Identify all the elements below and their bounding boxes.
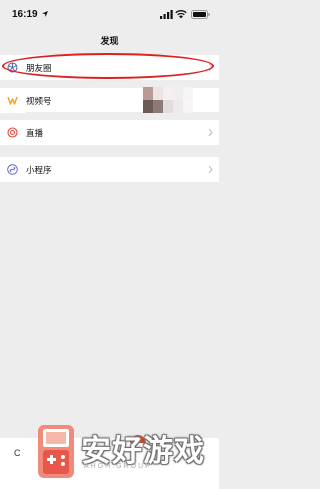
menu-item-label: 视频号 — [26, 96, 52, 106]
location-arrow-icon — [42, 11, 48, 17]
status-time: 16:19 — [12, 9, 38, 20]
signal-icon — [160, 10, 173, 19]
bottom-partial-text: C — [14, 448, 21, 458]
menu-item-live[interactable]: 直播 — [0, 120, 219, 145]
menu-item-label: 直播 — [26, 128, 44, 138]
status-bar: 16:19 — [0, 0, 219, 28]
watermark-domain: AHGH.GROUP — [84, 463, 152, 470]
mini-program-icon — [7, 164, 18, 175]
chevron-right-icon — [208, 128, 213, 137]
channels-icon — [7, 96, 18, 105]
annotation-oval — [2, 53, 214, 79]
gamepad-logo-icon — [38, 425, 74, 478]
channels-preview-thumbnail — [143, 87, 193, 113]
menu-item-mini-programs[interactable]: 小程序 — [0, 157, 219, 182]
menu-item-label: 小程序 — [26, 165, 52, 175]
chevron-right-icon — [208, 165, 213, 174]
battery-icon — [191, 10, 210, 19]
wifi-icon — [175, 10, 187, 19]
live-icon — [7, 127, 18, 138]
page-title: 发现 — [100, 36, 119, 46]
